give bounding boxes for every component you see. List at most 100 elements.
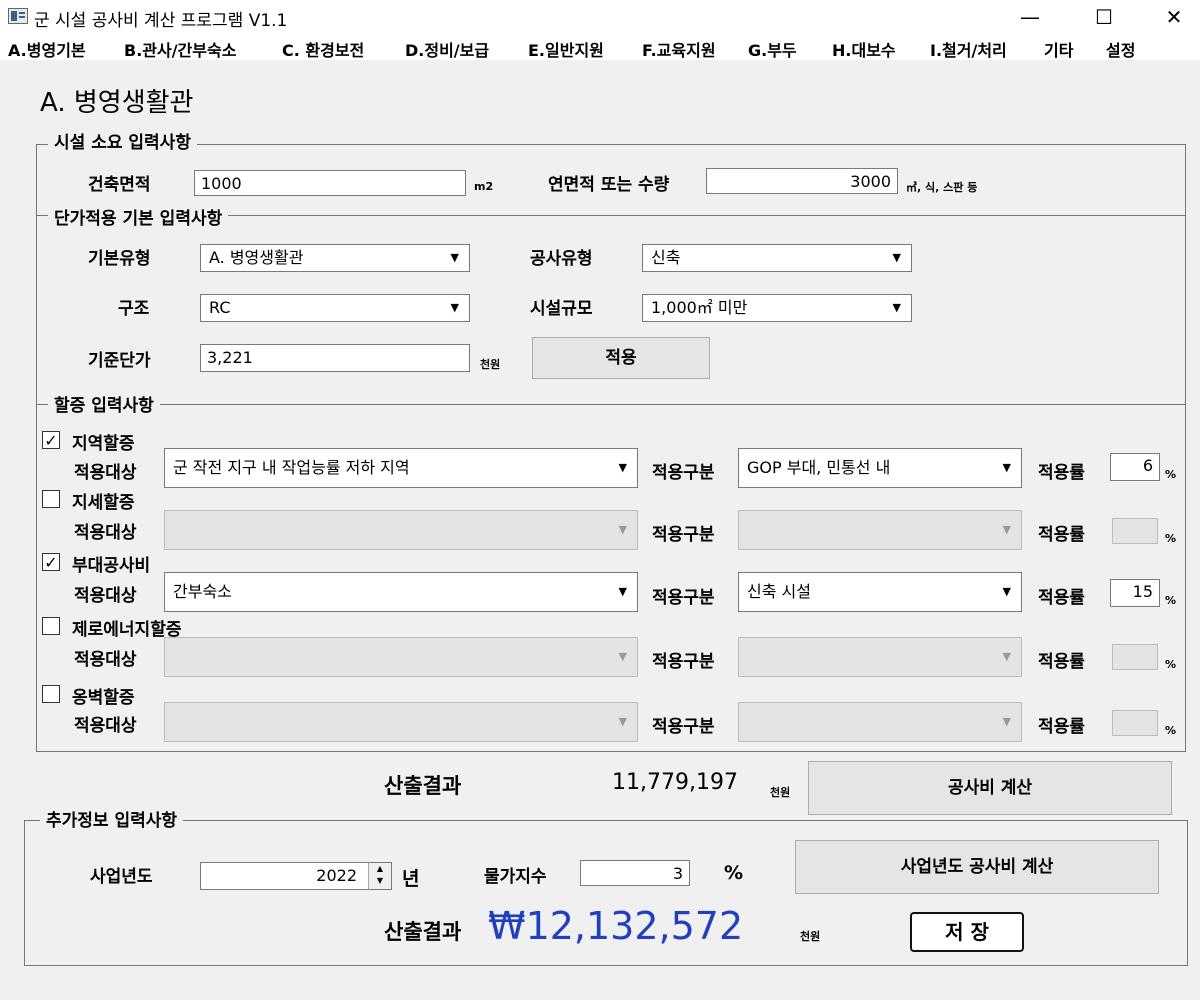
ancillary-category-select[interactable]: 신축 시설 ▼ [738, 572, 1022, 612]
target-label: 적용대상 [74, 523, 137, 543]
regional-category-select[interactable]: GOP 부대, 민통선 내 ▼ [738, 448, 1022, 488]
menu-item-barracks-basic[interactable]: A.병영기본 [8, 37, 86, 61]
menu-item-officer-housing[interactable]: B.관사/간부숙소 [124, 37, 236, 61]
rate-label: 적용률 [1038, 588, 1085, 608]
result-value: 11,779,197 [612, 770, 738, 795]
facility-scale-value: 1,000㎡ 미만 [651, 298, 748, 317]
basic-type-label: 기본유형 [88, 249, 151, 269]
category-label: 적용구분 [652, 588, 715, 608]
target-label: 적용대상 [74, 716, 137, 736]
category-label: 적용구분 [652, 463, 715, 483]
facility-group-title: 시설 소요 입력사항 [48, 128, 197, 153]
menu-item-pier[interactable]: G.부두 [748, 37, 797, 61]
chevron-down-icon: ▼ [618, 650, 627, 663]
final-result-label: 산출결과 [384, 920, 462, 944]
regional-rate-input[interactable]: 6 [1110, 453, 1160, 481]
terrain-category-select[interactable]: ▼ [738, 510, 1022, 550]
menu-item-general-support[interactable]: E.일반지원 [528, 37, 604, 61]
menu-item-maintenance[interactable]: D.정비/보급 [405, 37, 489, 61]
target-label: 적용대상 [74, 650, 137, 670]
window-title: 군 시설 공사비 계산 프로그램 V1.1 [34, 11, 288, 31]
zero-energy-rate-input[interactable] [1112, 644, 1158, 670]
menu-item-etc[interactable]: 기타 [1044, 37, 1073, 61]
ancillary-rate-input[interactable]: 15 [1110, 579, 1160, 607]
price-index-input[interactable]: 3 [580, 860, 690, 886]
zero-energy-target-select[interactable]: ▼ [164, 637, 638, 677]
regional-surcharge-checkbox[interactable]: ✓ [42, 431, 60, 449]
menu-item-major-repair[interactable]: H.대보수 [832, 37, 896, 61]
building-area-input[interactable]: 1000 [194, 170, 466, 196]
building-area-unit: m2 [474, 180, 494, 193]
category-label: 적용구분 [652, 717, 715, 737]
additional-group-title: 추가정보 입력사항 [40, 806, 184, 831]
page-title: A. 병영생활관 [40, 88, 194, 118]
year-spinner[interactable]: ▲ ▼ [368, 863, 391, 889]
ancillary-target-select[interactable]: 간부숙소 ▼ [164, 572, 638, 612]
total-area-input[interactable]: 3000 [706, 168, 898, 194]
menu-item-settings[interactable]: 설정 [1106, 37, 1135, 61]
regional-target-select[interactable]: 군 작전 지구 내 작업능률 저하 지역 ▼ [164, 448, 638, 488]
project-year-input[interactable]: 2022 [200, 862, 392, 890]
base-price-input[interactable]: 3,221 [200, 344, 470, 372]
rate-unit: % [1165, 532, 1177, 545]
basic-type-select[interactable]: A. 병영생활관 ▼ [200, 244, 470, 272]
app-icon [8, 8, 28, 24]
chevron-down-icon: ▼ [618, 585, 627, 598]
retaining-wall-rate-input[interactable] [1112, 710, 1158, 736]
chevron-down-icon: ▼ [618, 523, 627, 536]
menu-item-demolition[interactable]: I.철거/처리 [930, 37, 1007, 61]
project-year-unit: 년 [402, 868, 420, 890]
ancillary-category-value: 신축 시설 [747, 582, 811, 601]
category-label: 적용구분 [652, 652, 715, 672]
structure-value: RC [209, 298, 231, 317]
zero-energy-category-select[interactable]: ▼ [738, 637, 1022, 677]
retaining-wall-category-select[interactable]: ▼ [738, 702, 1022, 742]
rate-label: 적용률 [1038, 652, 1085, 672]
surcharge-divider [36, 404, 1186, 405]
apply-button[interactable]: 적용 [532, 337, 710, 379]
project-year-calculate-button[interactable]: 사업년도 공사비 계산 [795, 840, 1159, 894]
construction-type-value: 신축 [651, 248, 681, 267]
basic-type-value: A. 병영생활관 [209, 248, 304, 267]
total-area-label: 연면적 또는 수량 [548, 175, 670, 195]
close-icon[interactable]: ✕ [1148, 0, 1200, 34]
total-area-unit: ㎥, 식, 스판 등 [906, 181, 978, 194]
calculate-cost-button[interactable]: 공사비 계산 [808, 761, 1172, 815]
rate-label: 적용률 [1038, 463, 1085, 483]
chevron-down-icon: ▼ [1002, 523, 1011, 536]
facility-scale-select[interactable]: 1,000㎡ 미만 ▼ [642, 294, 912, 322]
save-button[interactable]: 저 장 [910, 912, 1024, 952]
final-result-value: ₩12,132,572 [488, 904, 744, 948]
chevron-down-icon: ▼ [892, 251, 901, 264]
retaining-wall-target-select[interactable]: ▼ [164, 702, 638, 742]
structure-label: 구조 [118, 299, 150, 319]
terrain-rate-input[interactable] [1112, 518, 1158, 544]
target-label: 적용대상 [74, 463, 137, 483]
base-price-unit: 천원 [480, 358, 501, 371]
spin-up-icon[interactable]: ▲ [369, 863, 391, 875]
base-price-label: 기준단가 [88, 351, 151, 371]
spin-down-icon[interactable]: ▼ [369, 875, 391, 887]
structure-select[interactable]: RC ▼ [200, 294, 470, 322]
ancillary-target-value: 간부숙소 [173, 582, 232, 601]
maximize-icon[interactable]: ☐ [1078, 0, 1130, 34]
regional-category-value: GOP 부대, 민통선 내 [747, 458, 891, 477]
construction-type-select[interactable]: 신축 ▼ [642, 244, 912, 272]
zero-energy-surcharge-checkbox[interactable] [42, 617, 60, 635]
terrain-surcharge-checkbox[interactable] [42, 490, 60, 508]
chevron-down-icon: ▼ [1002, 715, 1011, 728]
menu-item-education-support[interactable]: F.교육지원 [642, 37, 716, 61]
price-index-label: 물가지수 [484, 867, 547, 887]
menu-item-environment[interactable]: C. 환경보전 [282, 37, 364, 61]
price-index-unit: % [724, 862, 744, 884]
project-year-label: 사업년도 [90, 867, 153, 887]
surcharge-group-title: 할증 입력사항 [48, 391, 160, 416]
retaining-wall-surcharge-checkbox[interactable] [42, 685, 60, 703]
facility-scale-label: 시설규모 [530, 299, 593, 319]
minimize-icon[interactable]: — [1004, 0, 1056, 34]
chevron-down-icon: ▼ [450, 251, 459, 264]
ancillary-cost-label: 부대공사비 [72, 556, 151, 576]
ancillary-cost-checkbox[interactable]: ✓ [42, 553, 60, 571]
construction-type-label: 공사유형 [530, 249, 593, 269]
terrain-target-select[interactable]: ▼ [164, 510, 638, 550]
